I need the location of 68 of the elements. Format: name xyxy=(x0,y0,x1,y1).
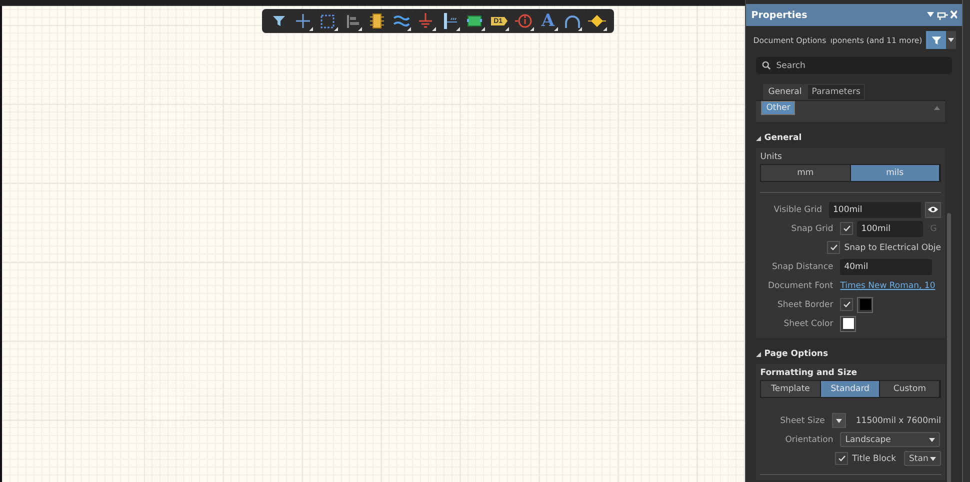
field-label: Snap Grid xyxy=(790,224,834,234)
checkbox[interactable] xyxy=(840,298,854,311)
orientation-select[interactable]: Landscape xyxy=(840,432,940,447)
segment-button[interactable]: mm xyxy=(761,165,851,181)
checkmark-icon xyxy=(842,225,851,232)
chip-icon xyxy=(370,13,384,29)
title-block-select[interactable]: Stan xyxy=(904,451,942,466)
field-label: Orientation xyxy=(784,434,834,444)
diamond-icon xyxy=(588,14,606,28)
caret-icon xyxy=(836,418,842,422)
field-label: Sheet Size xyxy=(779,416,825,426)
sheet-size-value: 11500mil x 7600mil xyxy=(856,416,942,426)
color-swatch[interactable] xyxy=(857,296,874,312)
checkbox-label: Title Block xyxy=(852,454,896,464)
crosshair-icon xyxy=(295,13,312,29)
align-icon xyxy=(344,14,360,28)
input-field[interactable]: 100mil xyxy=(829,202,922,218)
panel-title: Properties xyxy=(751,10,808,20)
visibility-button[interactable] xyxy=(925,202,942,218)
section-title: General xyxy=(764,133,802,143)
checkbox[interactable] xyxy=(827,241,840,254)
segment-button[interactable]: Template xyxy=(761,381,821,397)
group-label: Units xyxy=(760,152,783,162)
port-icon xyxy=(442,13,458,29)
color-swatch[interactable] xyxy=(840,316,856,332)
field-label: Snap Distance xyxy=(770,262,834,272)
eye-icon xyxy=(928,206,938,213)
segment-button[interactable]: Custom xyxy=(880,381,940,397)
dashed-rectangle-icon xyxy=(320,14,336,28)
panel-tab[interactable]: General xyxy=(763,84,807,100)
dropdown-button[interactable] xyxy=(832,413,846,428)
arc-icon xyxy=(564,14,581,28)
field-label: Sheet Border xyxy=(776,300,834,310)
info-icon xyxy=(515,13,532,29)
caret-icon xyxy=(948,38,954,42)
font-link[interactable]: Times New Roman, 10 xyxy=(840,280,936,290)
wave-icon xyxy=(392,14,410,28)
checkmark-icon xyxy=(838,455,846,462)
collapse-icon[interactable] xyxy=(756,352,762,356)
search-icon xyxy=(762,61,772,70)
filter-button[interactable] xyxy=(926,31,946,49)
filter-icon xyxy=(930,34,942,46)
text-tool-glyph: A xyxy=(541,12,555,30)
input-field[interactable]: 40mil xyxy=(840,258,932,274)
checkbox[interactable] xyxy=(840,222,854,235)
checkbox-label: Snap to Electrical Obje xyxy=(844,242,942,252)
checkmark-icon xyxy=(830,244,838,251)
filter-icon xyxy=(272,14,286,28)
caret-icon xyxy=(929,438,936,442)
scroll-up-icon[interactable] xyxy=(934,106,940,110)
collapse-icon[interactable] xyxy=(756,136,762,140)
group-label: Formatting and Size xyxy=(760,368,858,378)
input-field[interactable]: 100mil xyxy=(857,220,924,236)
search-field[interactable]: Search xyxy=(756,57,952,74)
text-tool-button[interactable]: A xyxy=(536,10,559,32)
panel-controls-icon[interactable] xyxy=(927,10,958,20)
field-label: Visible Grid xyxy=(772,204,822,214)
scrollbar[interactable] xyxy=(947,213,952,482)
filter-dropdown-button[interactable] xyxy=(946,31,956,49)
panel-tab[interactable]: Parameters xyxy=(806,84,866,100)
checkmark-icon xyxy=(842,301,851,308)
field-label: Sheet Color xyxy=(782,318,834,328)
sheet-symbol-icon xyxy=(467,15,482,27)
ground-icon xyxy=(418,13,434,29)
field-label: Document Font xyxy=(766,280,834,290)
section-title: Page Options xyxy=(764,349,828,359)
checkbox[interactable] xyxy=(835,452,848,465)
caret-icon xyxy=(930,456,936,460)
